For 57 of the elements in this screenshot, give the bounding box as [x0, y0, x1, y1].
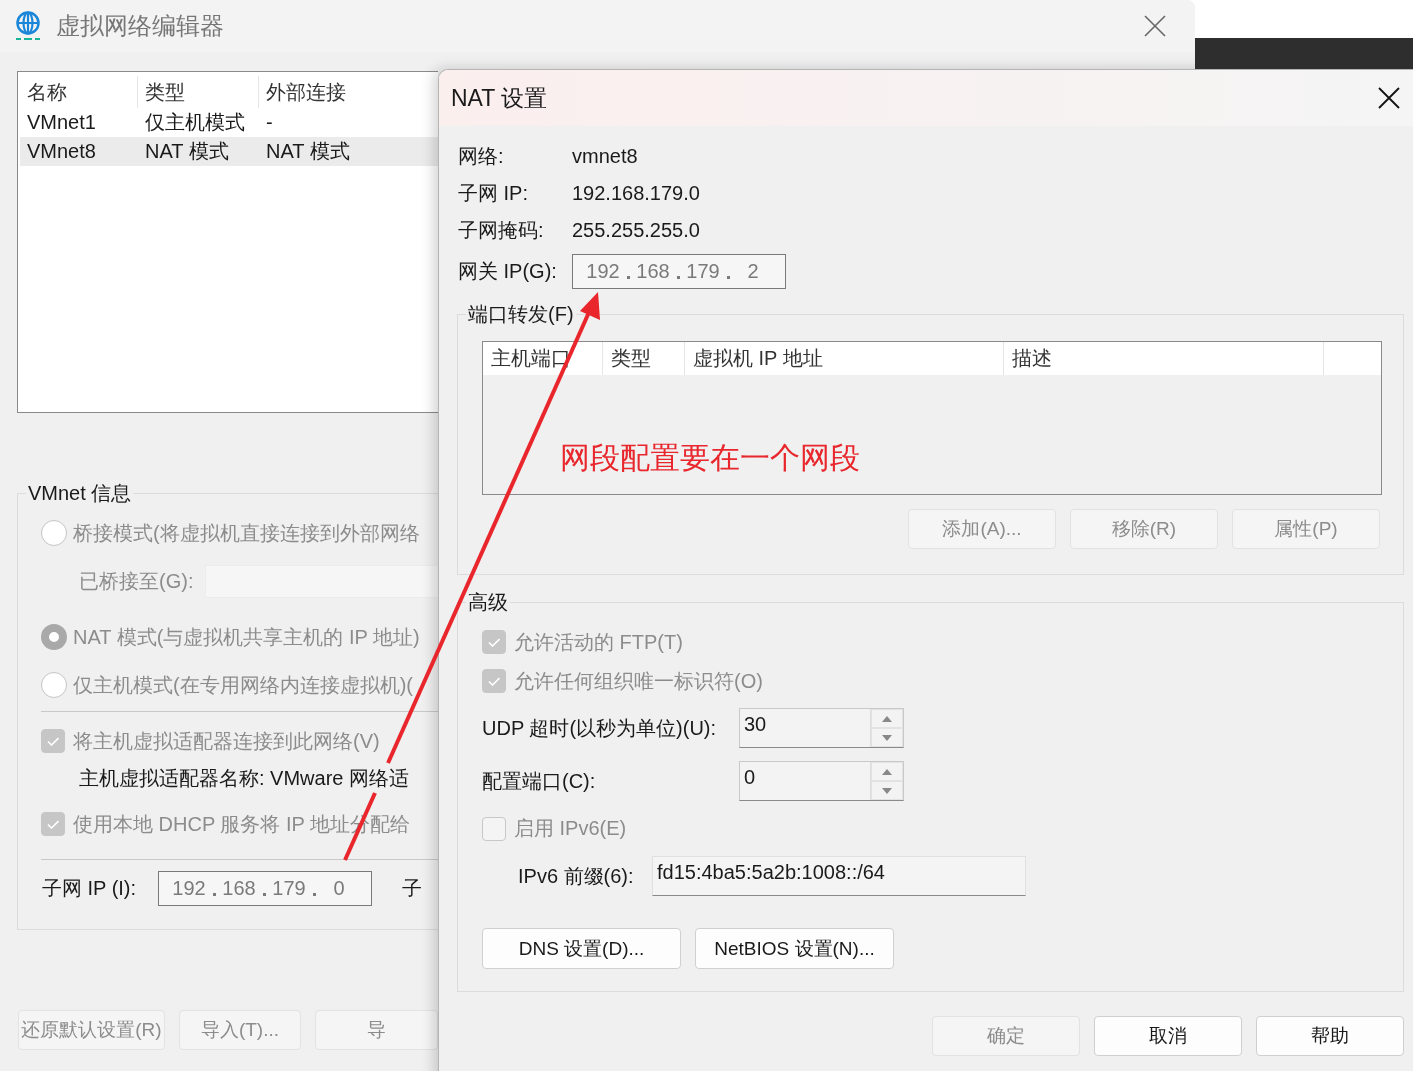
field-label: 子网 IP: [458, 181, 529, 206]
ip-address-field[interactable]: 192 168 179 0 [158, 870, 372, 906]
dialog-button[interactable]: 帮助 [1256, 1016, 1404, 1056]
field-label: 已桥接至(G): [79, 568, 194, 594]
table-cell-text: NAT 模式 [265, 139, 351, 164]
list-row[interactable]: VMnet1 仅主机模式 - [20, 108, 438, 137]
field-label: IPv6 前缀(6): [518, 863, 635, 889]
checkbox-label: 启用 IPv6(E) [514, 816, 627, 841]
table-cell-text: - [265, 111, 274, 134]
dialog-button[interactable]: DNS 设置(D)... [482, 928, 681, 969]
field-label: 配置端口(C): [482, 768, 597, 794]
window-title: 虚拟网络编辑器 [56, 11, 224, 41]
spin-field[interactable]: 0 [739, 761, 904, 801]
annotation-text: 网段配置要在一个网段 [560, 440, 860, 476]
column-header[interactable]: 名称 [20, 76, 138, 108]
dialog-title: NAT 设置 [451, 83, 548, 113]
group-title: 高级 [466, 590, 510, 614]
checkbox-label: 允许任何组织唯一标识符(O) [514, 668, 763, 694]
dropdown-field[interactable] [205, 564, 438, 598]
check-icon [488, 637, 500, 647]
field-value: vmnet8 [572, 145, 638, 168]
table-cell-text: 仅主机模式 [144, 110, 246, 135]
field-label: 网关 IP(G): [458, 258, 558, 284]
checkbox-label: 允许活动的 FTP(T) [514, 629, 683, 655]
field-value: 255.255.255.0 [572, 219, 700, 242]
list-row[interactable]: VMnet8 NAT 模式 NAT 模式 [20, 137, 438, 166]
table-cell-text: NAT 模式 [144, 139, 230, 164]
close-icon [1377, 86, 1401, 110]
spin-field[interactable]: 30 [739, 708, 904, 748]
dialog-button[interactable]: NetBIOS 设置(N)... [695, 928, 894, 969]
radio-label: 桥接模式(将虚拟机直接连接到外部网络 [73, 520, 420, 546]
group-title: 端口转发(F) [466, 302, 576, 326]
table-cell-text: VMnet8 [26, 140, 97, 163]
close-icon [1143, 14, 1167, 38]
check-icon [47, 736, 59, 746]
globe-icon [14, 11, 42, 41]
field-label: UDP 超时(以秒为单位)(U): [482, 715, 718, 741]
adapter-name: 主机虚拟适配器名称: VMware 网络适 [79, 765, 410, 791]
check-icon [488, 676, 500, 686]
field-label: 子网 IP (I): [42, 875, 138, 901]
group-title: VMnet 信息 [26, 481, 134, 505]
field-label: 子 [402, 875, 422, 901]
radio-label: 仅主机模式(在专用网络内连接虚拟机)( [73, 672, 413, 698]
ip-address-field[interactable]: 192 168 179 2 [572, 253, 786, 289]
input-field[interactable]: fd15:4ba5:5a2b:1008::/64 [652, 856, 1026, 896]
column-header[interactable]: 描述 [1004, 342, 1324, 375]
column-header[interactable]: 类型 [138, 76, 259, 108]
check-icon [47, 819, 59, 829]
table-cell-text: VMnet1 [26, 111, 97, 134]
checkbox-label: 将主机虚拟适配器连接到此网络(V) [73, 728, 380, 754]
dialog-button[interactable]: 取消 [1094, 1016, 1242, 1056]
field-value: 192.168.179.0 [572, 182, 700, 205]
column-header[interactable]: 虚拟机 IP 地址 [685, 342, 1004, 375]
field-label: 网络: [458, 144, 505, 169]
column-header[interactable]: 类型 [603, 342, 685, 375]
radio-label: NAT 模式(与虚拟机共享主机的 IP 地址) [73, 624, 420, 650]
field-label: 子网掩码: [458, 218, 545, 243]
